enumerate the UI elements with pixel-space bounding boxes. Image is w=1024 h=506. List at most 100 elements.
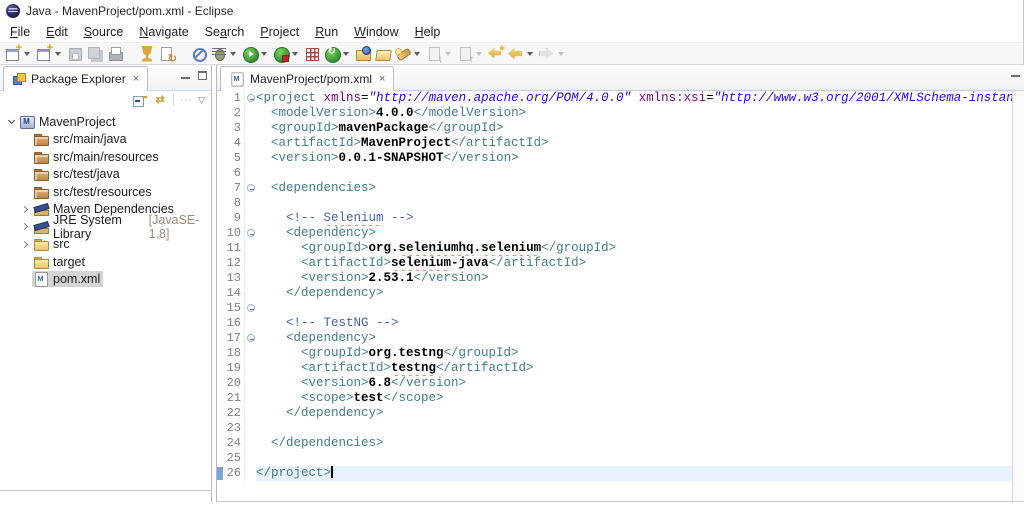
tree-item-src-test-java[interactable]: src/test/java [0, 166, 211, 184]
new-project-button[interactable] [34, 43, 65, 64]
last-edit-button[interactable] [486, 43, 506, 64]
chevron-down-icon[interactable] [55, 52, 61, 56]
focus-on-active-task-button[interactable]: ⋯ [180, 94, 192, 106]
code-line-26[interactable]: 26</project> [217, 466, 1012, 481]
collapse-icon[interactable] [247, 304, 255, 312]
code-line-21[interactable]: 21 <scope>test</scope> [217, 391, 1012, 406]
chevron-down-icon[interactable] [414, 52, 420, 56]
collapse-icon[interactable] [247, 334, 255, 342]
chevron-down-icon[interactable] [292, 52, 298, 56]
code-line-16[interactable]: 16 <!-- TestNG --> [217, 316, 1012, 331]
tree-item-label: pom.xml [53, 272, 100, 286]
fold-marker[interactable] [244, 181, 256, 196]
menu-window[interactable]: Window [346, 23, 406, 41]
menu-navigate[interactable]: Navigate [131, 23, 196, 41]
tree-item-target[interactable]: target [0, 253, 211, 271]
code-line-25[interactable]: 25 [217, 451, 1012, 466]
code-text: <groupId>org.seleniumhq.selenium</groupI… [256, 241, 1012, 256]
collapse-icon[interactable] [247, 229, 255, 237]
profile-button[interactable] [271, 43, 302, 64]
chevron-down-icon[interactable] [230, 52, 236, 56]
menu-edit[interactable]: Edit [38, 23, 76, 41]
chevron-down-icon[interactable] [476, 52, 482, 56]
collapse-icon[interactable] [247, 94, 255, 102]
chevron-collapsed-icon[interactable] [18, 237, 32, 251]
chevron-collapsed-icon[interactable] [18, 220, 32, 234]
menu-file[interactable]: File [2, 23, 38, 41]
debug-button[interactable] [209, 43, 240, 64]
new-wizard-button[interactable] [3, 43, 34, 64]
code-line-4[interactable]: 4 <artifactId>MavenProject</artifactId> [217, 136, 1012, 151]
refresh-doc-button[interactable] [157, 43, 177, 64]
chevron-expanded-icon[interactable] [4, 115, 18, 129]
close-icon[interactable]: × [377, 73, 385, 85]
code-line-9[interactable]: 9 <!-- Selenium --> [217, 211, 1012, 226]
chevron-down-icon[interactable] [343, 52, 349, 56]
close-icon[interactable]: × [131, 73, 139, 85]
tree-item-src-test-resources[interactable]: src/test/resources [0, 183, 211, 201]
code-line-7[interactable]: 7 <dependencies> [217, 181, 1012, 196]
menu-project[interactable]: Project [252, 23, 307, 41]
code-editor[interactable]: 1<project xmlns="http://maven.apache.org… [217, 91, 1012, 501]
code-line-2[interactable]: 2 <modelVersion>4.0.0</modelVersion> [217, 106, 1012, 121]
chevron-down-icon[interactable] [24, 52, 30, 56]
code-line-18[interactable]: 18 <groupId>org.testng</groupId> [217, 346, 1012, 361]
fold-marker[interactable] [244, 226, 256, 241]
fold-marker[interactable] [244, 301, 256, 316]
menu-help[interactable]: Help [407, 23, 449, 41]
tree-item-src-main-resources[interactable]: src/main/resources [0, 148, 211, 166]
selected-item-box: pom.xml [32, 271, 103, 287]
code-line-14[interactable]: 14 </dependency> [217, 286, 1012, 301]
code-line-17[interactable]: 17 <dependency> [217, 331, 1012, 346]
link-with-editor-button[interactable]: ⇄ [153, 93, 167, 107]
run-button[interactable] [240, 43, 271, 64]
code-line-24[interactable]: 24 </dependencies> [217, 436, 1012, 451]
chevron-down-icon[interactable] [445, 52, 451, 56]
menu-run[interactable]: Run [307, 23, 346, 41]
print-button[interactable] [105, 43, 125, 64]
menu-source[interactable]: Source [76, 23, 132, 41]
code-line-12[interactable]: 12 <artifactId>selenium-java</artifactId… [217, 256, 1012, 271]
code-line-20[interactable]: 20 <version>6.8</version> [217, 376, 1012, 391]
code-line-15[interactable]: 15 [217, 301, 1012, 316]
minimize-editor-button[interactable] [1011, 69, 1020, 78]
code-line-1[interactable]: 1<project xmlns="http://maven.apache.org… [217, 91, 1012, 106]
chevron-collapsed-icon[interactable] [18, 202, 32, 216]
open-folder-button[interactable] [373, 43, 393, 64]
code-line-8[interactable]: 8 [217, 196, 1012, 211]
menu-search[interactable]: Search [197, 23, 253, 41]
back-button[interactable] [506, 43, 537, 64]
fold-marker[interactable] [244, 91, 256, 106]
tree-item-pom-xml[interactable]: pom.xml [0, 271, 211, 289]
skip-breakpoints-button[interactable] [189, 43, 209, 64]
code-line-3[interactable]: 3 <groupId>mavenPackage</groupId> [217, 121, 1012, 136]
code-line-5[interactable]: 5 <version>0.0.1-SNAPSHOT</version> [217, 151, 1012, 166]
tree-item-mavenproject[interactable]: MavenProject [0, 113, 211, 131]
tree-item-src-main-java[interactable]: src/main/java [0, 131, 211, 149]
collapse-icon[interactable] [247, 184, 255, 192]
tab-package-explorer[interactable]: Package Explorer × [3, 66, 148, 91]
chevron-down-icon[interactable] [527, 52, 533, 56]
collapse-all-button[interactable] [133, 93, 147, 107]
chevron-down-icon[interactable] [558, 52, 564, 56]
overview-ruler[interactable] [1012, 91, 1024, 501]
code-line-13[interactable]: 13 <version>2.53.1</version> [217, 271, 1012, 286]
tree-item-jre-system-library[interactable]: JRE System Library [JavaSE-1.8] [0, 218, 211, 236]
torch-button[interactable] [393, 43, 424, 64]
fold-marker[interactable] [244, 331, 256, 346]
view-menu-button[interactable]: ▽ [198, 93, 205, 107]
code-line-10[interactable]: 10 <dependency> [217, 226, 1012, 241]
tab-pom-xml[interactable]: MavenProject/pom.xml × [220, 66, 394, 91]
trophy-button[interactable] [137, 43, 157, 64]
code-line-6[interactable]: 6 [217, 166, 1012, 181]
external-tools-button[interactable] [322, 43, 353, 64]
folder-globe-button[interactable] [353, 43, 373, 64]
coverage-button[interactable] [302, 43, 322, 64]
maximize-view-button[interactable] [198, 71, 207, 80]
code-line-11[interactable]: 11 <groupId>org.seleniumhq.selenium</gro… [217, 241, 1012, 256]
code-line-22[interactable]: 22 </dependency> [217, 406, 1012, 421]
chevron-down-icon[interactable] [261, 52, 267, 56]
code-line-23[interactable]: 23 [217, 421, 1012, 436]
code-line-19[interactable]: 19 <artifactId>testng</artifactId> [217, 361, 1012, 376]
minimize-view-button[interactable] [181, 71, 190, 80]
